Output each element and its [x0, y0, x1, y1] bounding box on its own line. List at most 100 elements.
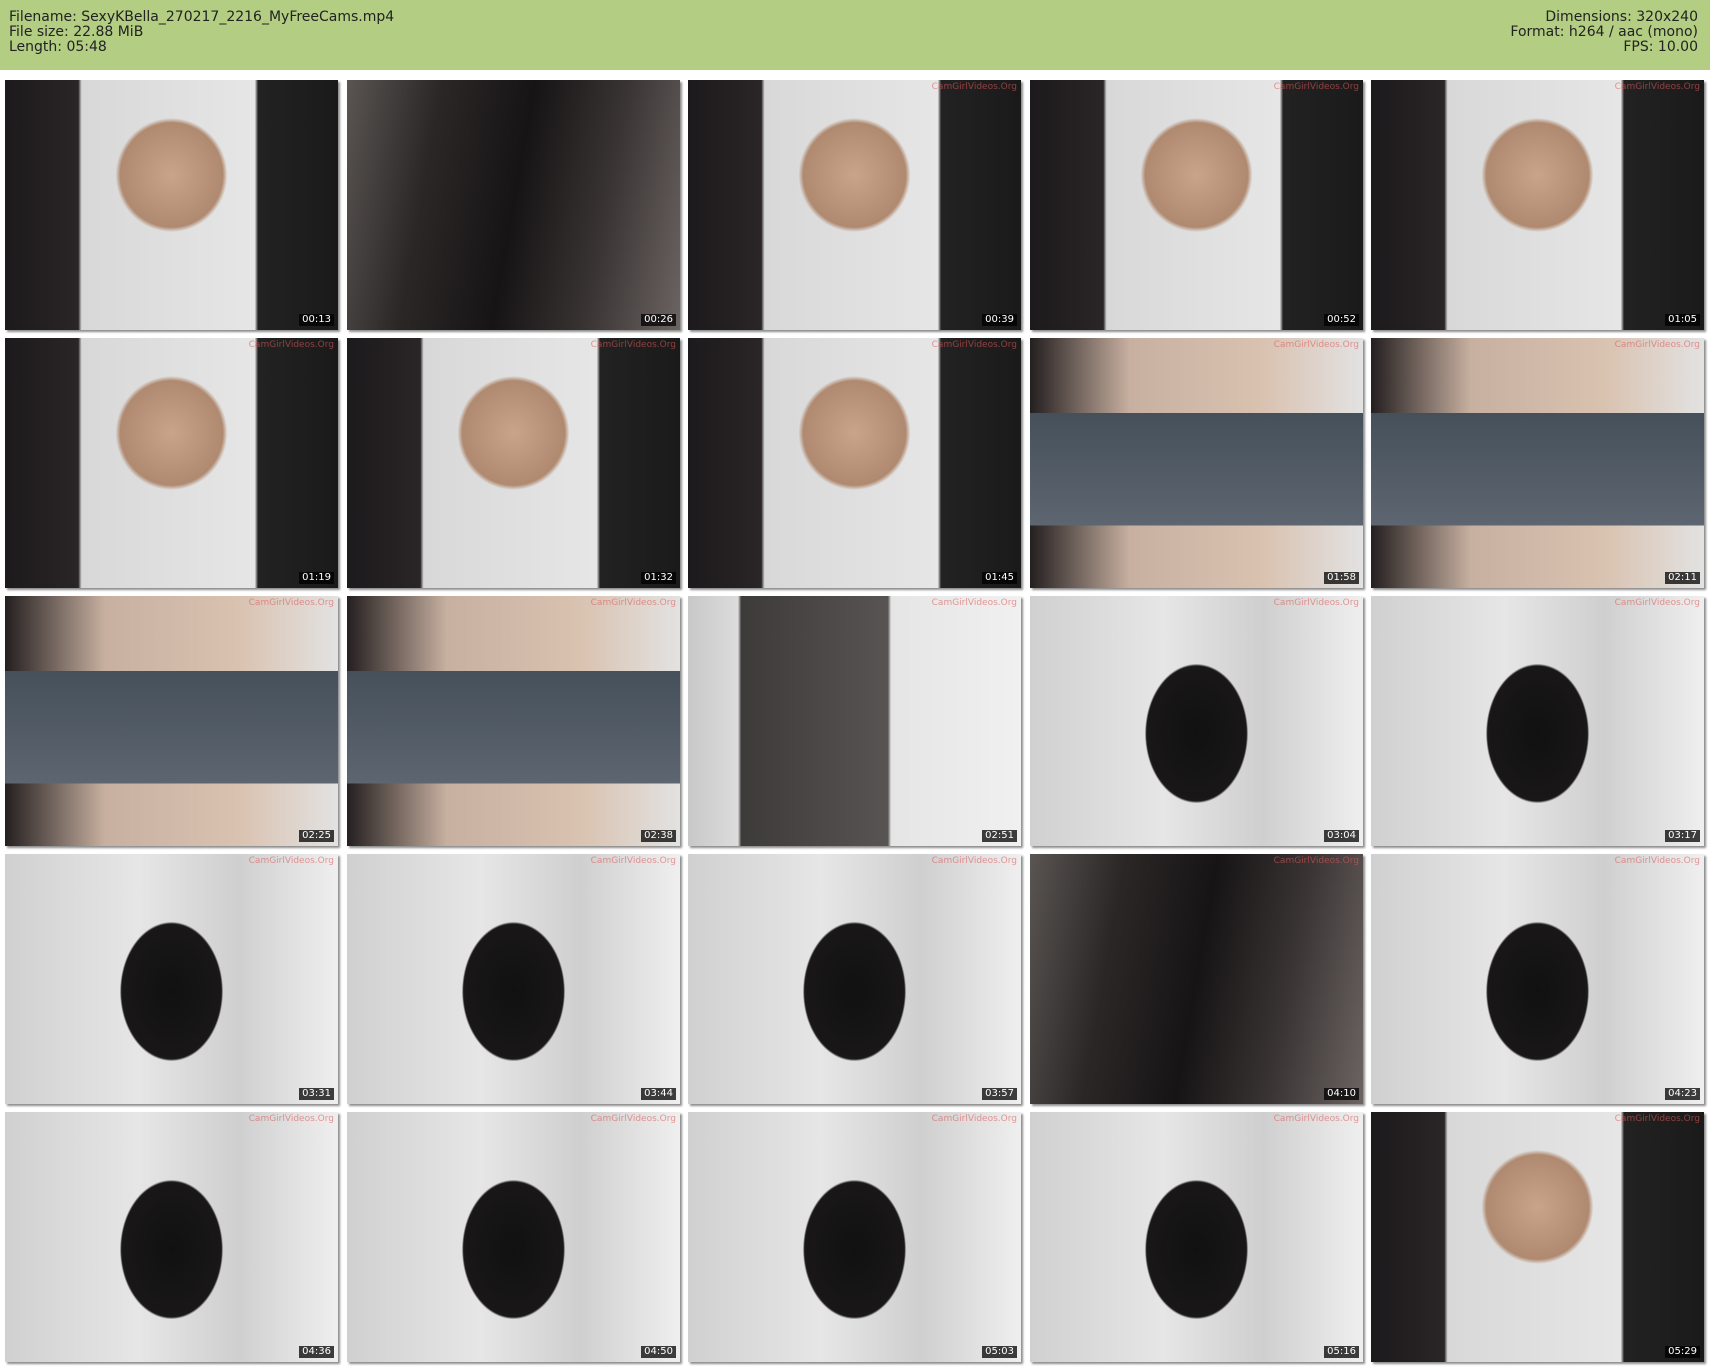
thumbnail-image [5, 1112, 338, 1362]
length-text: Length: 05:48 [9, 39, 107, 55]
thumbnail-image [1030, 1112, 1363, 1362]
video-thumbnail: CamGirlVideos.Org 04:23 [1371, 854, 1704, 1104]
thumbnail-image [347, 596, 680, 846]
thumbnail-image [1371, 338, 1704, 588]
video-thumbnail: CamGirlVideos.Org 01:58 [1030, 338, 1363, 588]
video-thumbnail: CamGirlVideos.Org 05:16 [1030, 1112, 1363, 1362]
video-thumbnail: CamGirlVideos.Org 00:52 [1030, 80, 1363, 330]
watermark-text: CamGirlVideos.Org [931, 1114, 1017, 1124]
timestamp-label: 04:36 [299, 1346, 334, 1358]
info-header: Filename: SexyKBella_270217_2216_MyFreeC… [0, 0, 1710, 70]
watermark-text: CamGirlVideos.Org [1614, 856, 1700, 866]
video-thumbnail: CamGirlVideos.Org 03:31 [5, 854, 338, 1104]
watermark-text: CamGirlVideos.Org [590, 340, 676, 350]
timestamp-label: 01:32 [641, 572, 676, 584]
watermark-text: CamGirlVideos.Org [1614, 1114, 1700, 1124]
thumbnail-image [5, 854, 338, 1104]
timestamp-label: 00:13 [299, 314, 334, 326]
watermark-text: CamGirlVideos.Org [248, 598, 334, 608]
timestamp-label: 05:16 [1324, 1346, 1359, 1358]
timestamp-label: 00:39 [982, 314, 1017, 326]
stream-info: Dimensions: 320x240 Format: h264 / aac (… [1510, 10, 1698, 55]
filename-text: Filename: SexyKBella_270217_2216_MyFreeC… [9, 9, 395, 25]
watermark-text: CamGirlVideos.Org [931, 82, 1017, 92]
watermark-text: CamGirlVideos.Org [1614, 82, 1700, 92]
thumbnail-image [1371, 854, 1704, 1104]
thumbnail-grid: 00:13 00:26 CamGirlVideos.Org 00:39 CamGirlV… [5, 80, 1705, 1365]
watermark-text: CamGirlVideos.Org [1273, 856, 1359, 866]
timestamp-label: 02:51 [982, 830, 1017, 842]
video-thumbnail: CamGirlVideos.Org 01:19 [5, 338, 338, 588]
thumbnail-image [347, 338, 680, 588]
timestamp-label: 02:25 [299, 830, 334, 842]
thumbnail-image [1371, 596, 1704, 846]
watermark-text: CamGirlVideos.Org [931, 856, 1017, 866]
video-thumbnail: CamGirlVideos.Org 02:25 [5, 596, 338, 846]
video-thumbnail: CamGirlVideos.Org 04:36 [5, 1112, 338, 1362]
thumbnail-image [1030, 338, 1363, 588]
timestamp-label: 02:38 [641, 830, 676, 842]
video-thumbnail: CamGirlVideos.Org 02:11 [1371, 338, 1704, 588]
video-thumbnail: CamGirlVideos.Org 04:50 [347, 1112, 680, 1362]
watermark-text: CamGirlVideos.Org [590, 856, 676, 866]
watermark-text: CamGirlVideos.Org [248, 856, 334, 866]
dimensions-text: Dimensions: 320x240 [1545, 9, 1698, 25]
thumbnail-image [347, 80, 680, 330]
watermark-text: CamGirlVideos.Org [1273, 1114, 1359, 1124]
timestamp-label: 01:05 [1665, 314, 1700, 326]
thumbnail-image [347, 1112, 680, 1362]
timestamp-label: 02:11 [1665, 572, 1700, 584]
thumbnail-image [5, 596, 338, 846]
thumbnail-image [1371, 1112, 1704, 1362]
timestamp-label: 04:10 [1324, 1088, 1359, 1100]
timestamp-label: 00:52 [1324, 314, 1359, 326]
timestamp-label: 03:31 [299, 1088, 334, 1100]
fps-text: FPS: 10.00 [1623, 39, 1698, 55]
watermark-text: CamGirlVideos.Org [1273, 340, 1359, 350]
timestamp-label: 05:03 [982, 1346, 1017, 1358]
video-thumbnail: CamGirlVideos.Org 03:57 [688, 854, 1021, 1104]
video-thumbnail: 00:13 [5, 80, 338, 330]
video-thumbnail: CamGirlVideos.Org 05:29 [1371, 1112, 1704, 1362]
video-thumbnail: CamGirlVideos.Org 05:03 [688, 1112, 1021, 1362]
timestamp-label: 01:19 [299, 572, 334, 584]
timestamp-label: 03:17 [1665, 830, 1700, 842]
watermark-text: CamGirlVideos.Org [590, 1114, 676, 1124]
timestamp-label: 01:45 [982, 572, 1017, 584]
video-thumbnail: CamGirlVideos.Org 00:39 [688, 80, 1021, 330]
filesize-text: File size: 22.88 MiB [9, 24, 144, 40]
timestamp-label: 00:26 [641, 314, 676, 326]
thumbnail-image [688, 80, 1021, 330]
video-thumbnail: CamGirlVideos.Org 04:10 [1030, 854, 1363, 1104]
thumbnail-image [1030, 596, 1363, 846]
video-thumbnail: CamGirlVideos.Org 01:45 [688, 338, 1021, 588]
timestamp-label: 03:57 [982, 1088, 1017, 1100]
video-thumbnail: 00:26 [347, 80, 680, 330]
video-thumbnail: CamGirlVideos.Org 03:04 [1030, 596, 1363, 846]
thumbnail-image [1030, 80, 1363, 330]
timestamp-label: 04:23 [1665, 1088, 1700, 1100]
video-thumbnail: CamGirlVideos.Org 02:38 [347, 596, 680, 846]
watermark-text: CamGirlVideos.Org [1614, 598, 1700, 608]
thumbnail-image [688, 854, 1021, 1104]
format-text: Format: h264 / aac (mono) [1510, 24, 1698, 40]
timestamp-label: 03:04 [1324, 830, 1359, 842]
thumbnail-image [1030, 854, 1363, 1104]
watermark-text: CamGirlVideos.Org [1273, 82, 1359, 92]
thumbnail-image [688, 338, 1021, 588]
thumbnail-image [688, 596, 1021, 846]
timestamp-label: 05:29 [1665, 1346, 1700, 1358]
thumbnail-image [5, 80, 338, 330]
watermark-text: CamGirlVideos.Org [931, 340, 1017, 350]
watermark-text: CamGirlVideos.Org [1273, 598, 1359, 608]
video-thumbnail: CamGirlVideos.Org 03:44 [347, 854, 680, 1104]
watermark-text: CamGirlVideos.Org [1614, 340, 1700, 350]
thumbnail-image [5, 338, 338, 588]
video-thumbnail: CamGirlVideos.Org 01:05 [1371, 80, 1704, 330]
watermark-text: CamGirlVideos.Org [248, 340, 334, 350]
timestamp-label: 04:50 [641, 1346, 676, 1358]
thumbnail-image [1371, 80, 1704, 330]
thumbnail-image [347, 854, 680, 1104]
file-info: Filename: SexyKBella_270217_2216_MyFreeC… [9, 10, 394, 55]
timestamp-label: 01:58 [1324, 572, 1359, 584]
